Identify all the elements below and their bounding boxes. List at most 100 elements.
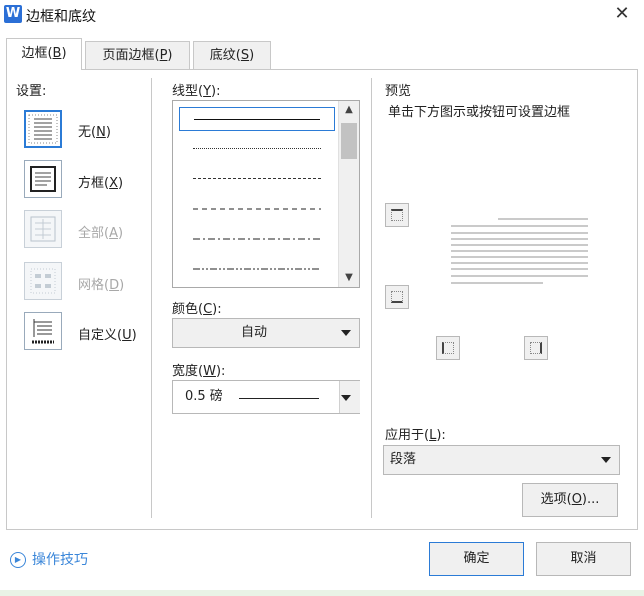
custom-border-icon bbox=[32, 319, 54, 344]
label-key: N bbox=[96, 125, 106, 140]
tab-page-border[interactable]: 页面边框(P) bbox=[85, 41, 190, 69]
title-bar bbox=[0, 0, 644, 30]
tab-label: 页面边框( bbox=[102, 48, 160, 63]
heading-key: C bbox=[203, 302, 213, 317]
all-borders-icon bbox=[30, 216, 56, 242]
tab-label: 边框( bbox=[21, 46, 53, 61]
line-sample bbox=[193, 148, 321, 149]
preview-hint: 单击下方图示或按钮可设置边框 bbox=[388, 105, 571, 120]
bottom-border-icon bbox=[391, 291, 403, 303]
left-border-button[interactable] bbox=[436, 336, 460, 360]
linestyle-list[interactable]: ▲ ▼ bbox=[172, 100, 360, 288]
label-suffix: ) bbox=[105, 125, 111, 140]
line-sample bbox=[193, 178, 321, 179]
top-border-button[interactable] bbox=[385, 203, 409, 227]
linestyle-scrollbar[interactable]: ▲ ▼ bbox=[338, 101, 359, 287]
button-key: O bbox=[571, 492, 582, 507]
width-value: 0.5 磅 bbox=[185, 389, 223, 404]
right-border-icon bbox=[530, 342, 542, 354]
line-sample bbox=[193, 268, 321, 270]
scroll-thumb[interactable] bbox=[341, 123, 357, 159]
options-button[interactable]: 选项(O)... bbox=[522, 483, 618, 517]
linestyle-dash-dot[interactable] bbox=[179, 227, 335, 251]
heading-suffix: ): bbox=[215, 364, 226, 379]
ok-button[interactable]: 确定 bbox=[429, 542, 524, 576]
wps-writer-icon: W bbox=[4, 5, 22, 23]
linestyle-solid[interactable] bbox=[179, 107, 335, 131]
heading-text: 应用于( bbox=[385, 428, 430, 443]
setting-all-label: 全部(A) bbox=[78, 222, 123, 241]
status-strip bbox=[0, 590, 644, 596]
label-key: U bbox=[122, 328, 132, 343]
apply-heading: 应用于(L): bbox=[385, 424, 446, 443]
chevron-down-icon bbox=[341, 395, 351, 401]
linestyle-dash-dot-dot[interactable] bbox=[179, 257, 335, 281]
label-suffix: ) bbox=[117, 176, 124, 191]
label-text: 网格( bbox=[78, 278, 110, 293]
linestyle-dashed[interactable] bbox=[179, 197, 335, 221]
dialog-title: 边框和底纹 bbox=[26, 9, 96, 25]
label-text: 无( bbox=[78, 125, 97, 140]
grid-borders-icon bbox=[30, 268, 56, 294]
bottom-border-button[interactable] bbox=[385, 285, 409, 309]
heading-suffix: ): bbox=[211, 84, 221, 99]
label-text: 自定义( bbox=[78, 328, 123, 343]
scroll-up-arrow-icon[interactable]: ▲ bbox=[339, 101, 359, 119]
heading-key: Y bbox=[203, 84, 212, 99]
tab-suffix: ) bbox=[167, 48, 173, 63]
preview-heading: 预览 bbox=[385, 84, 412, 99]
setting-none-label[interactable]: 无(N) bbox=[78, 121, 111, 140]
button-text: 选项( bbox=[540, 492, 572, 507]
heading-text: 线型( bbox=[172, 84, 204, 99]
setting-custom-icon[interactable] bbox=[24, 312, 62, 350]
setting-box-label[interactable]: 方框(X) bbox=[78, 172, 123, 191]
preview-document[interactable] bbox=[448, 214, 590, 290]
chevron-down-icon bbox=[341, 330, 351, 336]
tab-key: S bbox=[240, 48, 250, 63]
tab-suffix: ) bbox=[61, 46, 67, 61]
play-circle-icon: ▶ bbox=[10, 552, 26, 568]
linestyle-dashed-fine[interactable] bbox=[179, 167, 335, 191]
settings-heading: 设置: bbox=[16, 84, 47, 99]
label-key: A bbox=[109, 226, 118, 241]
tab-borders[interactable]: 边框(B) bbox=[6, 38, 82, 70]
tab-suffix: ) bbox=[249, 48, 255, 63]
close-button[interactable]: ✕ bbox=[604, 2, 640, 26]
tips-text: 操作技巧 bbox=[32, 552, 88, 568]
setting-custom-label[interactable]: 自定义(U) bbox=[78, 324, 137, 343]
chevron-down-icon bbox=[601, 457, 611, 463]
heading-suffix: ): bbox=[212, 302, 222, 317]
tips-link[interactable]: ▶ 操作技巧 bbox=[10, 549, 88, 569]
linestyle-heading: 线型(Y): bbox=[172, 80, 220, 99]
color-value: 自动 bbox=[241, 325, 268, 340]
color-dropdown[interactable]: 自动 bbox=[172, 318, 360, 348]
heading-text: 宽度( bbox=[172, 364, 204, 379]
linestyle-dotted[interactable] bbox=[179, 137, 335, 161]
none-lines-icon bbox=[28, 114, 58, 144]
color-heading: 颜色(C): bbox=[172, 298, 222, 317]
setting-grid-label: 网格(D) bbox=[78, 274, 124, 293]
setting-all-icon bbox=[24, 210, 62, 248]
tab-label: 底纹( bbox=[209, 48, 241, 63]
cancel-button[interactable]: 取消 bbox=[536, 542, 631, 576]
heading-key: W bbox=[203, 364, 216, 379]
right-border-button[interactable] bbox=[524, 336, 548, 360]
apply-value: 段落 bbox=[390, 452, 417, 467]
setting-box-icon[interactable] bbox=[24, 160, 62, 198]
line-sample bbox=[193, 208, 321, 210]
scroll-down-arrow-icon[interactable]: ▼ bbox=[339, 269, 359, 287]
box-border-icon bbox=[30, 166, 56, 192]
setting-none-icon[interactable] bbox=[24, 110, 62, 148]
width-dropdown[interactable]: 0.5 磅 bbox=[172, 380, 360, 414]
tab-shading[interactable]: 底纹(S) bbox=[193, 41, 271, 69]
line-sample bbox=[193, 238, 321, 240]
width-line-sample bbox=[239, 398, 319, 399]
left-border-icon bbox=[442, 342, 454, 354]
line-sample bbox=[194, 119, 320, 120]
label-suffix: ) bbox=[119, 278, 125, 293]
column-divider bbox=[371, 78, 372, 518]
label-suffix: ) bbox=[117, 226, 124, 241]
column-divider bbox=[151, 78, 152, 518]
label-text: 方框( bbox=[78, 176, 110, 191]
apply-dropdown[interactable]: 段落 bbox=[383, 445, 620, 475]
